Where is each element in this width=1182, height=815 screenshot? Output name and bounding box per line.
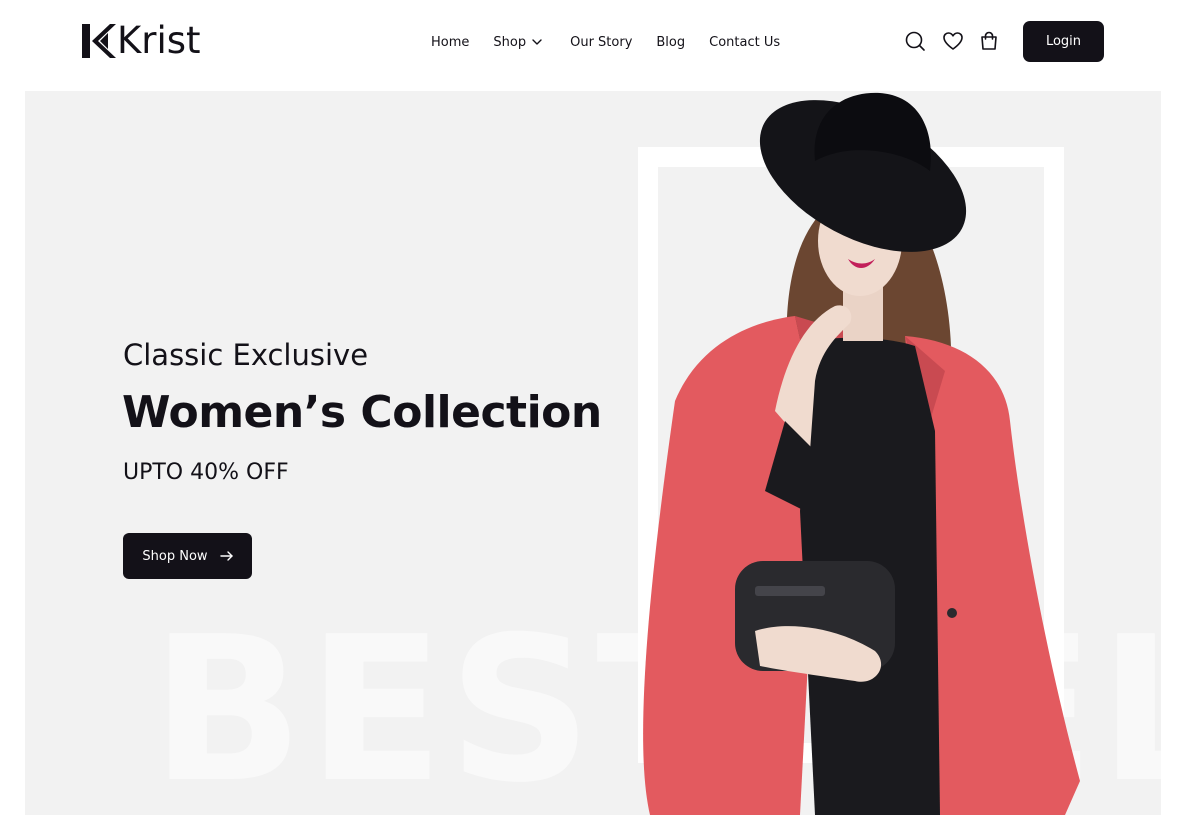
cart-button[interactable] [977, 29, 1001, 53]
shopping-bag-icon [981, 31, 997, 50]
search-icon [905, 31, 925, 51]
brand-logo[interactable]: Krist [80, 19, 201, 63]
hero-title: Women’s Collection [122, 387, 602, 438]
site-header: Krist Home Shop Our Story Blog Contact U… [0, 0, 1182, 88]
shop-now-button[interactable]: Shop Now [123, 533, 252, 579]
nav-our-story[interactable]: Our Story [570, 35, 632, 50]
model-illustration [638, 92, 1080, 815]
shop-now-label: Shop Now [142, 548, 208, 564]
nav-contact-us[interactable]: Contact Us [709, 35, 780, 50]
nav-home[interactable]: Home [431, 35, 469, 50]
hero-offer: UPTO 40% OFF [123, 460, 289, 485]
chevron-down-icon [532, 39, 542, 45]
nav-shop[interactable]: Shop [493, 35, 542, 50]
heart-icon [943, 32, 963, 50]
nav-shop-label: Shop [493, 34, 527, 50]
hero-subtitle: Classic Exclusive [123, 338, 369, 372]
hero-banner: BEST SELLER Classic Exclusive Women’s Co… [25, 91, 1161, 815]
hero-model-image [605, 91, 1105, 815]
nav-blog[interactable]: Blog [656, 35, 685, 50]
login-button[interactable]: Login [1023, 21, 1104, 62]
main-nav: Home Shop Our Story Blog Contact Us [431, 31, 780, 53]
arrow-right-icon [219, 551, 233, 561]
brand-name: Krist [117, 19, 201, 62]
search-button[interactable] [903, 29, 927, 53]
krist-k-mark-icon [82, 24, 116, 58]
wishlist-button[interactable] [941, 29, 965, 53]
